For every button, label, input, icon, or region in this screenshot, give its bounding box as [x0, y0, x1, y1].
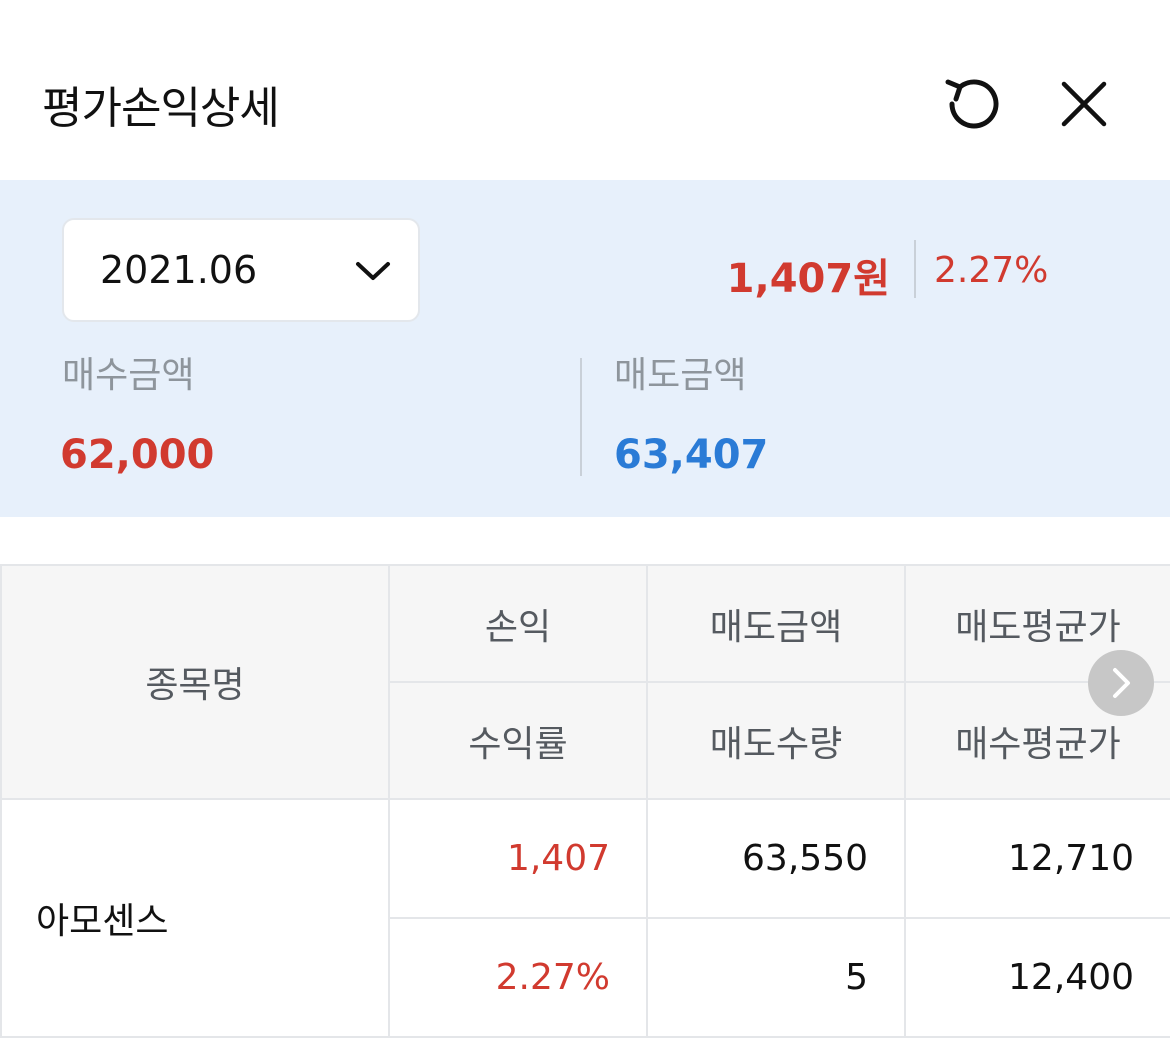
sell-amount-label: 매도금액	[614, 355, 747, 396]
scroll-right-button[interactable]	[1088, 650, 1154, 716]
close-button[interactable]	[1044, 64, 1124, 144]
header-return-rate: 수익률	[390, 683, 648, 800]
header-profit: 손익	[390, 566, 648, 683]
chevron-right-icon	[1113, 668, 1130, 698]
row-sell-qty: 5	[648, 919, 906, 1038]
summary-panel: 2021.06 1,407원 2.27% 매수금액 62,000 매도금액 63…	[0, 180, 1170, 517]
profit-loss-amount: 1,407원	[726, 256, 890, 302]
page-title: 평가손익상세	[42, 83, 280, 134]
month-select[interactable]: 2021.06	[62, 218, 420, 322]
row-stock-name[interactable]: 아모센스	[0, 800, 390, 1038]
month-select-value: 2021.06	[100, 248, 258, 292]
buy-amount-label: 매수금액	[62, 355, 195, 396]
header-sell-qty: 매도수량	[648, 683, 906, 800]
stock-pl-table: 종목명 손익 매도금액 매도평균가 수익률 매도수량 매수평균가 아모센스 1,…	[0, 564, 1170, 1062]
chevron-down-icon	[356, 262, 390, 280]
summary-divider	[914, 240, 916, 298]
profit-rate: 2.27%	[934, 250, 1049, 291]
row-profit: 1,407	[390, 800, 648, 919]
header: 평가손익상세	[0, 0, 1170, 180]
row-sell-amount: 63,550	[648, 800, 906, 919]
buy-amount-value: 62,000	[60, 432, 215, 478]
header-name: 종목명	[0, 566, 390, 800]
row-sell-avg-price: 12,710	[906, 800, 1170, 919]
sell-amount-value: 63,407	[614, 432, 769, 478]
row-return-rate: 2.27%	[390, 919, 648, 1038]
row-buy-avg-price: 12,400	[906, 919, 1170, 1038]
amount-divider	[580, 358, 582, 476]
header-sell-amount: 매도금액	[648, 566, 906, 683]
close-icon	[1061, 81, 1107, 127]
refresh-button[interactable]	[934, 64, 1014, 144]
refresh-icon	[945, 79, 999, 129]
